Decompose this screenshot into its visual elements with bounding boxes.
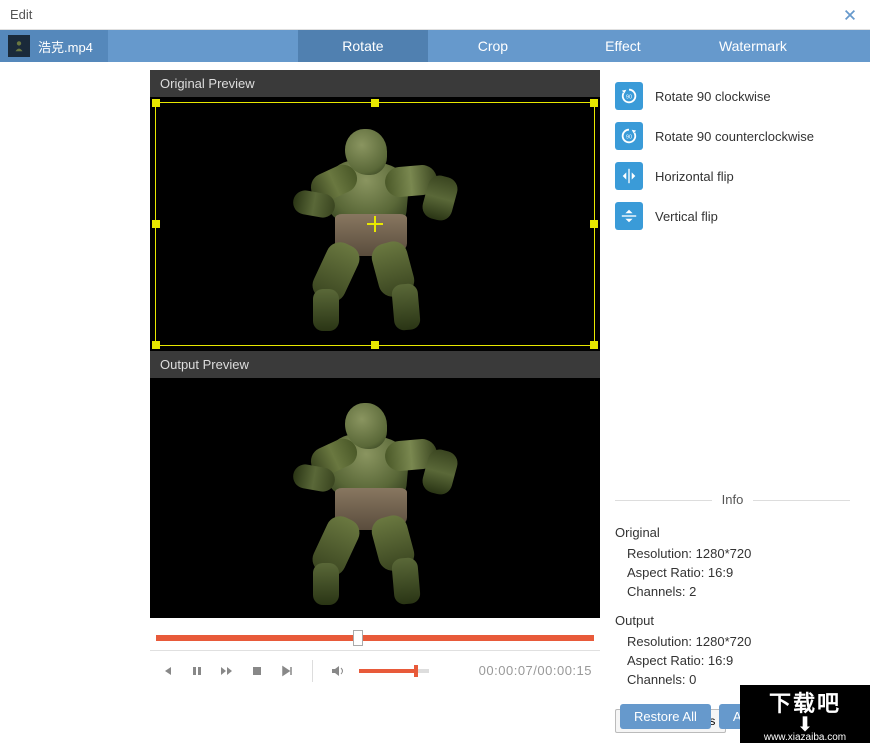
rotate-cw-icon: 90 <box>615 82 643 110</box>
info-output-title: Output <box>615 613 850 628</box>
info-original-resolution: Resolution: 1280*720 <box>627 546 850 561</box>
crop-handle[interactable] <box>152 220 160 228</box>
crop-handle[interactable] <box>590 99 598 107</box>
restore-all-button[interactable]: Restore All <box>620 704 711 729</box>
file-tab[interactable]: 浩克.mp4 <box>0 30 108 62</box>
tab-crop[interactable]: Crop <box>428 30 558 62</box>
fast-forward-icon[interactable] <box>218 662 236 680</box>
vertical-flip-label: Vertical flip <box>655 209 718 224</box>
close-icon[interactable] <box>840 5 860 25</box>
site-watermark: 下载吧 ⬇ www.xiazaiba.com <box>740 685 870 743</box>
rotate-ccw-icon: 90 <box>615 122 643 150</box>
info-header: Info <box>615 488 850 511</box>
info-original-title: Original <box>615 525 850 540</box>
svg-text:90: 90 <box>626 135 632 141</box>
stop-icon[interactable] <box>248 662 266 680</box>
crop-handle[interactable] <box>152 341 160 349</box>
left-sidebar <box>0 62 150 743</box>
crop-center-icon[interactable] <box>367 216 383 232</box>
titlebar: Edit <box>0 0 870 30</box>
crop-frame[interactable] <box>155 102 595 346</box>
bottom-bar: Restore All A <box>620 704 756 729</box>
crop-handle[interactable] <box>152 99 160 107</box>
next-icon[interactable] <box>278 662 296 680</box>
file-name: 浩克.mp4 <box>38 37 93 56</box>
preview-column: Original Preview Outpu <box>150 62 600 743</box>
file-thumbnail-icon <box>8 35 30 57</box>
crop-handle[interactable] <box>590 341 598 349</box>
info-original-channels: Channels: 2 <box>627 584 850 599</box>
seek-thumb[interactable] <box>353 630 363 646</box>
options-panel: 90 Rotate 90 clockwise 90 Rotate 90 coun… <box>600 62 860 743</box>
original-preview-label: Original Preview <box>150 70 600 97</box>
info-output-resolution: Resolution: 1280*720 <box>627 634 850 649</box>
info-output-aspect: Aspect Ratio: 16:9 <box>627 653 850 668</box>
tab-bar: 浩克.mp4 Rotate Crop Effect Watermark <box>0 30 870 62</box>
horizontal-flip-button[interactable]: Horizontal flip <box>615 162 850 190</box>
svg-text:90: 90 <box>626 95 632 101</box>
rotate-ccw-label: Rotate 90 counterclockwise <box>655 129 814 144</box>
volume-slider[interactable] <box>359 669 429 673</box>
prev-icon[interactable] <box>158 662 176 680</box>
volume-icon[interactable] <box>329 662 347 680</box>
output-preview <box>150 378 600 618</box>
crop-handle[interactable] <box>590 220 598 228</box>
rotate-ccw-button[interactable]: 90 Rotate 90 counterclockwise <box>615 122 850 150</box>
window-title: Edit <box>10 7 840 22</box>
playback-controls: 00:00:07/00:00:15 <box>150 650 600 690</box>
info-original-aspect: Aspect Ratio: 16:9 <box>627 565 850 580</box>
original-preview[interactable] <box>150 97 600 351</box>
output-preview-label: Output Preview <box>150 351 600 378</box>
seek-bar[interactable] <box>150 626 600 650</box>
horizontal-flip-icon <box>615 162 643 190</box>
crop-handle[interactable] <box>371 99 379 107</box>
video-frame-figure <box>285 388 465 608</box>
horizontal-flip-label: Horizontal flip <box>655 169 734 184</box>
tab-effect[interactable]: Effect <box>558 30 688 62</box>
tab-rotate[interactable]: Rotate <box>298 30 428 62</box>
crop-handle[interactable] <box>371 341 379 349</box>
rotate-cw-label: Rotate 90 clockwise <box>655 89 771 104</box>
vertical-flip-button[interactable]: Vertical flip <box>615 202 850 230</box>
playback-time: 00:00:07/00:00:15 <box>479 663 592 678</box>
tab-watermark[interactable]: Watermark <box>688 30 818 62</box>
pause-icon[interactable] <box>188 662 206 680</box>
vertical-flip-icon <box>615 202 643 230</box>
rotate-cw-button[interactable]: 90 Rotate 90 clockwise <box>615 82 850 110</box>
